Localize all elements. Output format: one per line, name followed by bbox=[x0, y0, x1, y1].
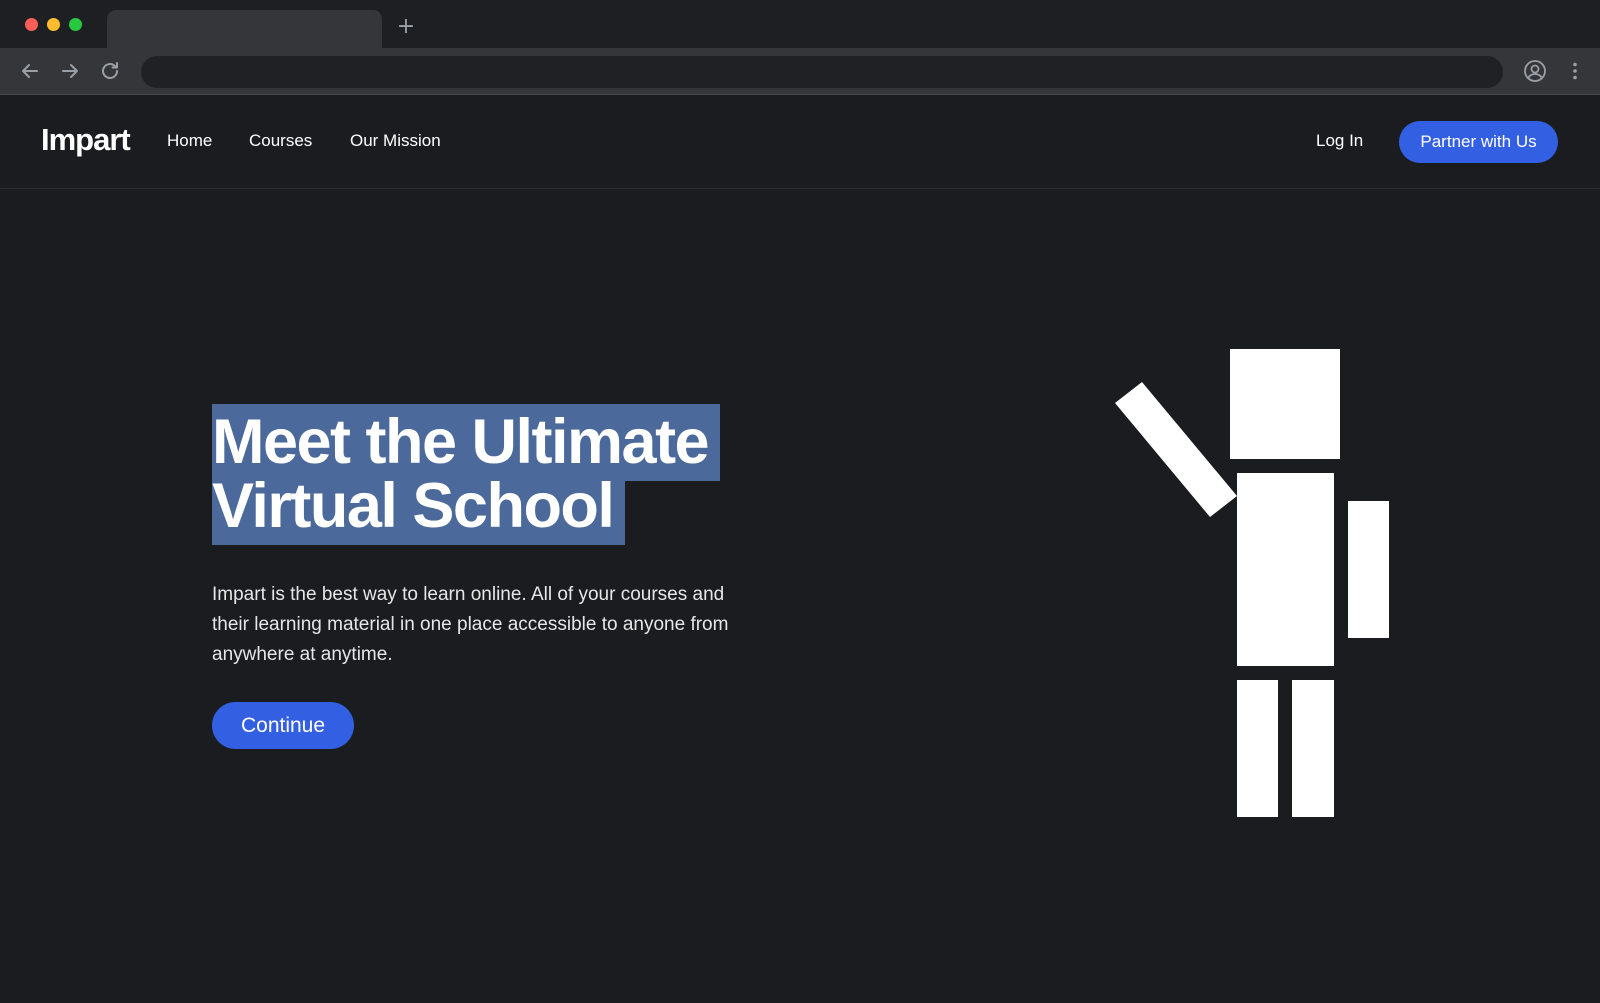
site-header: Impart Home Courses Our Mission Log In P… bbox=[0, 95, 1600, 189]
reload-icon[interactable] bbox=[98, 59, 122, 83]
browser-toolbar bbox=[0, 48, 1600, 95]
more-menu-icon[interactable] bbox=[1563, 59, 1587, 83]
address-bar[interactable] bbox=[141, 56, 1503, 88]
figure-raised-arm bbox=[1115, 382, 1237, 517]
nav-our-mission[interactable]: Our Mission bbox=[350, 129, 441, 153]
hero-title: Meet the Ultimate Virtual School bbox=[212, 404, 812, 545]
login-link[interactable]: Log In bbox=[1316, 129, 1363, 153]
figure-head bbox=[1230, 349, 1340, 459]
nav-home[interactable]: Home bbox=[167, 129, 212, 153]
profile-icon[interactable] bbox=[1523, 59, 1547, 83]
minimize-window-button[interactable] bbox=[47, 18, 60, 31]
maximize-window-button[interactable] bbox=[69, 18, 82, 31]
figure-body bbox=[1237, 473, 1334, 666]
hero-title-line-2: Virtual School bbox=[212, 468, 626, 545]
site-logo[interactable]: Impart bbox=[41, 120, 131, 160]
figure-lowered-arm bbox=[1348, 501, 1389, 638]
back-arrow-icon[interactable] bbox=[18, 59, 42, 83]
nav-courses[interactable]: Courses bbox=[249, 129, 312, 153]
tab-bar: + bbox=[0, 0, 1600, 48]
figure-right-leg bbox=[1292, 680, 1334, 817]
continue-button[interactable]: Continue bbox=[212, 702, 354, 749]
forward-arrow-icon[interactable] bbox=[58, 59, 82, 83]
figure-left-leg bbox=[1237, 680, 1278, 817]
close-window-button[interactable] bbox=[25, 18, 38, 31]
browser-tab[interactable] bbox=[107, 10, 382, 48]
hero-description: Impart is the best way to learn online. … bbox=[212, 584, 729, 665]
partner-with-us-button[interactable]: Partner with Us bbox=[1399, 121, 1558, 163]
new-tab-button[interactable]: + bbox=[396, 15, 416, 39]
browser-window: + Impart Home Courses Our Mission Log In… bbox=[0, 0, 1600, 1003]
